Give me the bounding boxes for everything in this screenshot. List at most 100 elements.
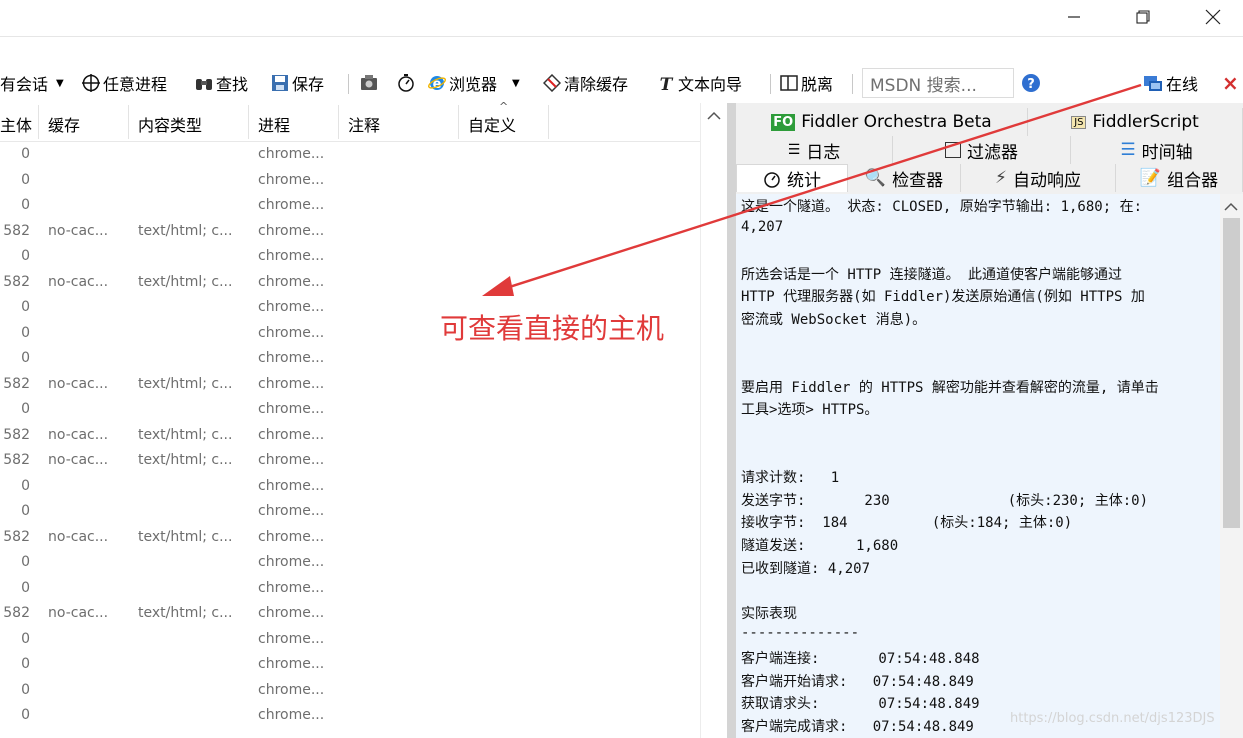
tab-fiddlerscript[interactable]: JS FiddlerScript [1028, 108, 1243, 136]
stats-line: 客户端连接: 07:54:48.848 [741, 651, 980, 667]
column-divider[interactable] [548, 105, 549, 139]
tab-label: 组合器 [1167, 170, 1219, 191]
maximize-button[interactable] [1120, 0, 1166, 34]
table-row[interactable]: 0 chrome... [0, 551, 700, 576]
stats-line: 获取请求头: 07:54:48.849 [741, 696, 980, 713]
cell-process: chrome... [258, 401, 325, 417]
column-divider[interactable] [38, 105, 39, 139]
col-body[interactable]: 主体 [0, 112, 32, 136]
cell-body: 582 [3, 452, 30, 468]
tab-log[interactable]: ☰ 日志 [736, 136, 893, 164]
table-row[interactable]: 0 chrome... [0, 500, 700, 525]
table-row[interactable]: 582 no-cac... text/html; c... chrome... [0, 424, 700, 449]
table-row[interactable]: 0 chrome... [0, 679, 700, 704]
minimize-button[interactable] [1051, 0, 1097, 34]
save-button[interactable]: 保存 [271, 71, 324, 95]
cell-process: chrome... [258, 630, 325, 647]
stats-line: 这是一个隧道。 状态: CLOSED, 原始字节输出: 1,680; 在: [741, 199, 1143, 215]
tab-label: 统计 [787, 171, 821, 191]
find-label: 查找 [216, 75, 249, 94]
cell-cache: no-cac... [48, 452, 109, 468]
scroll-up-icon[interactable] [1224, 202, 1238, 212]
table-row[interactable]: 0 chrome... [0, 169, 700, 194]
cell-body: 0 [21, 324, 30, 341]
timer-button[interactable] [397, 71, 415, 95]
table-row[interactable]: 0 chrome... [0, 347, 700, 372]
statistics-content: 这是一个隧道。 状态: CLOSED, 原始字节输出: 1,680; 在: 4,2… [736, 194, 1220, 738]
browser-label: 浏览器 [449, 75, 498, 94]
col-cache[interactable]: 缓存 [48, 112, 80, 136]
close-icon [1205, 9, 1221, 25]
table-row[interactable]: 0 chrome... [0, 398, 700, 423]
close-window-button[interactable] [1190, 0, 1236, 34]
col-comment[interactable]: 注释 [348, 112, 380, 136]
column-divider[interactable] [248, 105, 249, 139]
tab-statistics[interactable]: 统计 [736, 164, 848, 192]
clear-cache-button[interactable]: 清除缓存 [543, 71, 628, 95]
cell-process: chrome... [258, 656, 325, 672]
composer-icon: 📝 [1139, 168, 1162, 188]
cell-process: chrome... [258, 197, 325, 213]
column-divider[interactable] [128, 105, 129, 139]
column-divider[interactable] [338, 105, 339, 139]
tab-fiddler-orchestra[interactable]: FO Fiddler Orchestra Beta [736, 108, 1028, 136]
col-process[interactable]: 进程 [258, 112, 290, 136]
table-row[interactable]: 582 no-cac... text/html; c... chrome... [0, 526, 700, 551]
table-row[interactable]: 582 no-cac... text/html; c... chrome... [0, 271, 700, 296]
cell-body: 0 [21, 350, 30, 366]
table-row[interactable]: 0 chrome... [0, 245, 700, 270]
column-divider[interactable] [458, 105, 459, 139]
scrollbar-thumb[interactable] [1223, 218, 1240, 528]
tab-filters[interactable]: 过滤器 [893, 136, 1071, 164]
msdn-search-input[interactable]: MSDN 搜索... [862, 68, 1014, 98]
cell-content-type: text/html; c... [138, 528, 233, 545]
scroll-up-icon[interactable] [707, 111, 721, 121]
inspector-panel: FO Fiddler Orchestra Beta JS FiddlerScri… [736, 103, 1243, 738]
table-row[interactable]: 0 chrome... [0, 143, 700, 168]
stopwatch-icon [398, 74, 414, 92]
online-status[interactable]: 在线 [1143, 71, 1198, 95]
tab-inspectors[interactable]: 🔍 检查器 [848, 164, 961, 192]
table-row[interactable]: 0 chrome... [0, 194, 700, 219]
cell-content-type: text/html; c... [138, 605, 233, 621]
stats-line: 实际表现 [741, 605, 797, 622]
cell-cache: no-cac... [48, 426, 109, 443]
table-row[interactable]: 582 no-cac... text/html; c... chrome... [0, 220, 700, 245]
pane-splitter[interactable] [727, 103, 736, 738]
table-row[interactable]: 0 chrome... [0, 704, 700, 729]
table-row[interactable]: 582 no-cac... text/html; c... chrome... [0, 602, 700, 627]
table-row[interactable]: 0 chrome... [0, 628, 700, 653]
session-list-scrollbar[interactable] [700, 103, 728, 738]
table-row[interactable]: 0 chrome... [0, 577, 700, 602]
tab-composer[interactable]: 📝 组合器 [1116, 164, 1243, 192]
watermark: https://blog.csdn.net/djs123DJS [1010, 711, 1215, 726]
table-row[interactable]: 0 chrome... [0, 653, 700, 678]
close-toolbar-button[interactable]: × [1222, 71, 1239, 95]
stats-line: 接收字节: 184 (标头:184; 主体:0) [741, 515, 1073, 532]
camera-button[interactable] [360, 71, 378, 95]
cell-process: chrome... [258, 299, 325, 315]
dropdown-arrow-icon: ▼ [512, 77, 520, 89]
statistics-scrollbar[interactable] [1220, 194, 1243, 738]
help-button[interactable]: ? [1021, 71, 1041, 95]
tab-label: 日志 [806, 142, 841, 163]
stats-line: 请求计数: 1 [741, 470, 840, 487]
table-row[interactable]: 0 chrome... [0, 475, 700, 500]
text-wizard-button[interactable]: T 文本向导 [657, 71, 742, 95]
lightning-icon: ⚡ [995, 168, 1007, 188]
table-row[interactable]: 582 no-cac... text/html; c... chrome... [0, 449, 700, 474]
find-button[interactable]: 查找 [195, 71, 248, 95]
clear-cache-label: 清除缓存 [564, 75, 629, 94]
table-row[interactable]: 582 no-cac... text/html; c... chrome... [0, 373, 700, 398]
any-process-button[interactable]: 任意进程 [82, 71, 167, 95]
tab-autoresponder[interactable]: ⚡ 自动响应 [961, 164, 1116, 192]
browser-dropdown[interactable]: e 浏览器 ▼ [428, 71, 520, 95]
cell-process: chrome... [258, 452, 325, 468]
col-content-type[interactable]: 内容类型 [138, 112, 202, 136]
sessions-dropdown[interactable]: 有会话 ▼ [0, 71, 64, 95]
col-custom[interactable]: 自定义 [468, 112, 516, 136]
tearoff-button[interactable]: 脱离 [780, 71, 833, 95]
tab-timeline[interactable]: ☰ 时间轴 [1071, 136, 1243, 164]
filter-icon [945, 142, 961, 158]
cell-process: chrome... [258, 171, 325, 188]
